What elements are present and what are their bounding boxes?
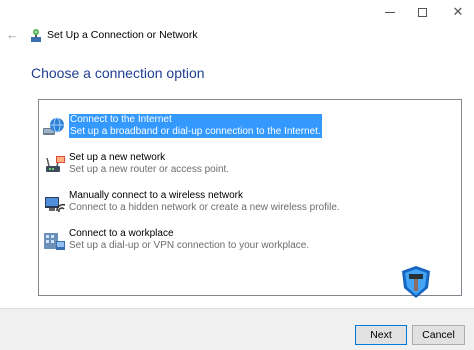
next-button[interactable]: Next	[355, 325, 407, 345]
workplace-icon	[44, 233, 65, 250]
minimize-button[interactable]	[378, 2, 402, 22]
maximize-icon	[417, 7, 427, 17]
option-text: Set up a new network Set up a new router…	[69, 152, 229, 176]
option-manual-wireless[interactable]: Manually connect to a wireless network C…	[39, 187, 461, 217]
title-bar: ✕	[0, 0, 474, 26]
network-setup-icon	[31, 29, 41, 42]
option-title: Connect to a workplace	[69, 228, 174, 239]
option-text: Connect to the Internet Set up a broadba…	[69, 114, 322, 138]
page-title: Choose a connection option	[31, 65, 205, 81]
option-title: Manually connect to a wireless network	[69, 190, 243, 201]
option-text: Manually connect to a wireless network C…	[69, 190, 340, 214]
option-connect-internet[interactable]: Connect to the Internet Set up a broadba…	[39, 111, 461, 141]
cancel-button[interactable]: Cancel	[412, 325, 465, 345]
close-button[interactable]: ✕	[446, 2, 470, 22]
globe-network-icon	[43, 117, 64, 135]
minimize-icon	[385, 11, 395, 13]
router-icon	[46, 156, 65, 172]
option-new-network[interactable]: Set up a new network Set up a new router…	[39, 149, 461, 179]
window-title: Set Up a Connection or Network	[47, 29, 198, 41]
option-text: Connect to a workplace Set up a dial-up …	[69, 228, 309, 252]
maximize-button[interactable]	[410, 2, 434, 22]
option-description: Connect to a hidden network or create a …	[69, 202, 340, 213]
hammer-shield-logo-icon	[402, 266, 430, 298]
wizard-footer: Next Cancel	[0, 308, 474, 350]
option-description: Set up a new router or access point.	[69, 164, 230, 175]
option-title: Connect to the Internet	[70, 114, 172, 125]
close-icon: ✕	[452, 4, 464, 19]
wireless-computer-icon	[45, 197, 66, 213]
option-workplace[interactable]: Connect to a workplace Set up a dial-up …	[39, 225, 461, 255]
back-arrow-icon[interactable]: ←	[6, 28, 20, 42]
option-description: Set up a dial-up or VPN connection to yo…	[69, 240, 310, 251]
option-description: Set up a broadband or dial-up connection…	[70, 126, 321, 137]
option-title: Set up a new network	[69, 152, 166, 163]
wizard-header: ← Set Up a Connection or Network	[0, 26, 474, 46]
setup-connection-window: ✕ ← Set Up a Connection or Network Choos…	[0, 0, 474, 350]
